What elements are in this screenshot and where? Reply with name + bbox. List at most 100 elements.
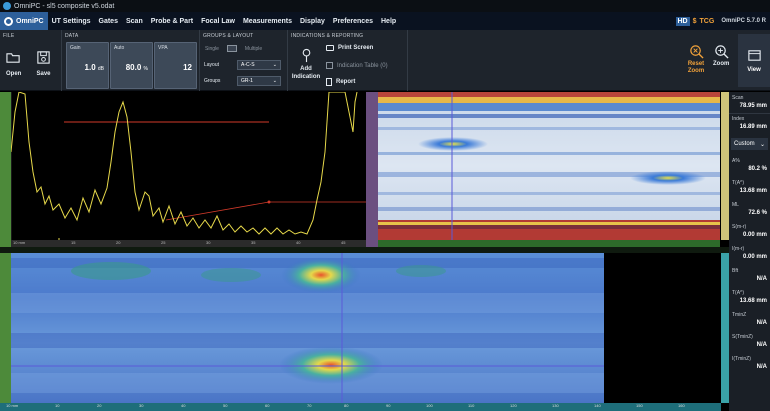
readout-preset-select[interactable]: Custom ⌄: [731, 138, 768, 150]
zoom-in-icon: [714, 45, 729, 59]
menu-display[interactable]: Display: [296, 18, 329, 25]
gate-point[interactable]: [267, 200, 271, 204]
menu-gates[interactable]: Gates: [95, 18, 122, 25]
readout-value: 0.00 mm: [742, 254, 767, 260]
data-section: DATA Gain 1.0 dB Auto 80.0 % VPA 12: [62, 30, 200, 91]
gain-tile[interactable]: Gain 1.0 dB: [66, 42, 109, 89]
file-section: FILE Open Save: [0, 30, 62, 91]
menu-scan[interactable]: Scan: [122, 18, 147, 25]
readout-label: T(A^): [732, 180, 745, 186]
file-section-title: FILE: [3, 33, 15, 39]
window-titlebar: OmniPC - sl5 composite v5.odat: [0, 0, 770, 12]
cscan-right-ruler[interactable]: [721, 253, 729, 403]
bscan-depth-ruler[interactable]: [366, 92, 378, 247]
camera-icon: [326, 45, 334, 51]
save-button[interactable]: Save: [36, 50, 51, 77]
readout-label: A%: [732, 158, 740, 164]
tcg-badge[interactable]: TCG: [700, 18, 715, 25]
layout-value: A-C-S: [241, 62, 255, 68]
menu-help[interactable]: Help: [377, 18, 400, 25]
pin-icon: [302, 48, 310, 63]
readout-value: N/A: [756, 320, 767, 326]
groups-section-title: GROUPS & LAYOUT: [203, 33, 254, 39]
reset-zoom-button[interactable]: Reset Zoom: [686, 44, 706, 75]
table-icon: [326, 62, 333, 69]
view-label: View: [747, 67, 761, 73]
auto-unit: %: [143, 66, 148, 72]
scan-label: Scan: [732, 95, 744, 101]
view-icon: [747, 50, 761, 61]
index-label: Index: [732, 116, 745, 122]
multiple-option[interactable]: Multiple: [245, 46, 262, 52]
cscan-tick: 150: [636, 403, 643, 408]
readout-label: ML: [732, 202, 739, 208]
print-screen-button[interactable]: Print Screen: [326, 45, 373, 51]
zoom-label: Zoom: [713, 61, 730, 67]
ribbon: FILE Open Save DATA Gain 1.0 dB Auto 80.…: [0, 30, 770, 91]
zoom-button[interactable]: Zoom: [713, 44, 729, 67]
menu-focal-law[interactable]: Focal Law: [197, 18, 239, 25]
cscan-tick: 70: [307, 403, 312, 408]
groups-row: Groups GR-1 ⌄: [204, 76, 281, 86]
single-multiple-toggle[interactable]: Single Multiple: [205, 45, 262, 52]
cscan-empty-area: [604, 253, 721, 403]
layout-label: Layout: [204, 62, 220, 68]
dollar-icon: $: [692, 17, 697, 25]
menu-probe-part[interactable]: Probe & Part: [147, 18, 197, 25]
ascan-left-ruler[interactable]: [0, 92, 11, 247]
vpa-label: VPA: [158, 45, 168, 51]
app-icon: [3, 2, 11, 10]
indications-section-title: INDICATIONS & REPORTING: [291, 33, 364, 39]
cscan-tick: 10 mm: [6, 403, 19, 408]
auto-value: 80.0: [125, 63, 142, 72]
ascan-view[interactable]: [11, 92, 366, 240]
bscan-x-ruler[interactable]: [378, 240, 720, 247]
report-button[interactable]: Report: [326, 78, 355, 86]
save-icon: [37, 51, 50, 64]
cscan-tick: 40: [181, 403, 186, 408]
indication-table-label: Indication Table (0): [337, 62, 388, 69]
indications-section: INDICATIONS & REPORTING Add Indication P…: [288, 30, 408, 91]
readout-value: 13.68 mm: [739, 298, 767, 304]
menu-bar: OmniPC UT Settings Gates Scan Probe & Pa…: [0, 12, 770, 30]
layout-select[interactable]: A-C-S ⌄: [237, 60, 281, 70]
toggle-switch-icon[interactable]: [226, 45, 237, 52]
cscan-view[interactable]: [11, 253, 604, 403]
brand-button[interactable]: OmniPC: [0, 12, 48, 30]
cscan-tick: 160: [678, 403, 685, 408]
groups-select[interactable]: GR-1 ⌄: [237, 76, 281, 86]
chevron-down-icon: ⌄: [272, 78, 277, 84]
cscan-x-ruler[interactable]: 10 mm 10 20 30 40 50 60 70 80 90 100 110…: [0, 403, 721, 411]
menu-measurements[interactable]: Measurements: [239, 18, 296, 25]
cscan-tick: 60: [265, 403, 270, 408]
report-icon: [326, 78, 332, 86]
single-option[interactable]: Single: [205, 46, 219, 52]
version-label: OmniPC 5.7.0 R: [721, 18, 766, 24]
bscan-view[interactable]: [378, 92, 720, 240]
vpa-tile[interactable]: VPA 12: [154, 42, 197, 89]
cscan-left-ruler[interactable]: [0, 253, 11, 403]
open-button[interactable]: Open: [6, 50, 21, 77]
cscan-tick: 90: [386, 403, 391, 408]
auto-label: Auto: [114, 45, 125, 51]
hd-badge[interactable]: HD: [675, 16, 690, 26]
ascan-gate-curve: [165, 201, 366, 221]
add-indication-button[interactable]: Add Indication: [291, 48, 321, 81]
ascan-tick: 25: [161, 240, 166, 245]
ascan-x-ruler[interactable]: 10 mm 15 20 25 30 35 40 45: [11, 240, 366, 247]
ascan-tick: 15: [71, 240, 76, 245]
cscan-tick: 110: [468, 403, 475, 408]
ascan-tick: 30: [206, 240, 211, 245]
bscan-right-ruler[interactable]: [721, 92, 729, 240]
menu-ut-settings[interactable]: UT Settings: [48, 18, 95, 25]
menu-preferences[interactable]: Preferences: [329, 18, 377, 25]
view-button[interactable]: View: [738, 34, 770, 87]
layout-row: Layout A-C-S ⌄: [204, 60, 281, 70]
cscan-tick: 100: [426, 403, 433, 408]
readout-label: I(m-r): [732, 246, 745, 252]
open-label: Open: [6, 71, 22, 77]
indication-table-button[interactable]: Indication Table (0): [326, 62, 388, 69]
auto-tile[interactable]: Auto 80.0 %: [110, 42, 153, 89]
reset-zoom-label: Reset Zoom: [687, 61, 705, 74]
window-title: OmniPC - sl5 composite v5.odat: [14, 2, 115, 10]
